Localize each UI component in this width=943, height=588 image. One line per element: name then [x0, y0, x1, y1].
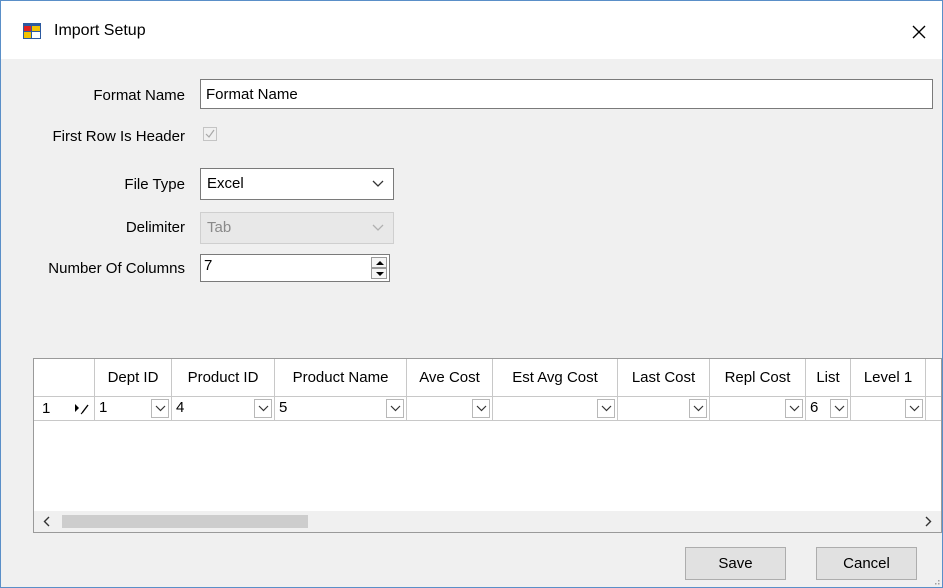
triangle-down-icon — [376, 272, 384, 276]
cell-dropdown-button[interactable] — [386, 399, 404, 418]
cell-value: 6 — [810, 399, 819, 416]
chevron-down-icon — [789, 405, 799, 412]
grid-corner-header — [34, 359, 95, 397]
file-type-label: File Type — [124, 176, 185, 193]
spinner-down-button[interactable] — [371, 268, 387, 279]
cell-dropdown-button[interactable] — [830, 399, 848, 418]
cell-value: 5 — [279, 399, 288, 416]
grid-cell-overflow — [926, 397, 941, 421]
cancel-button[interactable]: Cancel — [816, 547, 917, 580]
delimiter-value: Tab — [207, 219, 232, 236]
edit-row-pencil-icon — [75, 404, 89, 415]
chevron-down-icon — [372, 180, 384, 187]
scroll-right-button[interactable] — [920, 514, 936, 529]
spinner-up-button[interactable] — [371, 257, 387, 268]
cell-dropdown-button[interactable] — [254, 399, 272, 418]
window-title: Import Setup — [54, 22, 146, 39]
column-header[interactable]: Dept ID — [95, 359, 172, 397]
chevron-down-icon — [390, 405, 400, 412]
grid-cell-product-id[interactable]: 4 — [172, 397, 275, 421]
title-bar: Import Setup — [1, 1, 942, 59]
import-setup-app-icon — [23, 23, 41, 39]
cell-dropdown-button[interactable] — [472, 399, 490, 418]
column-header[interactable]: Ave Cost — [407, 359, 493, 397]
chevron-down-icon — [476, 405, 486, 412]
grid-cell-level-1[interactable] — [851, 397, 926, 421]
grid-body: Dept ID Product ID Product Name Ave Cost… — [34, 359, 941, 511]
column-header[interactable]: List — [806, 359, 851, 397]
cell-dropdown-button[interactable] — [905, 399, 923, 418]
chevron-down-icon — [834, 405, 844, 412]
delimiter-select[interactable]: Tab — [200, 212, 394, 244]
format-name-input[interactable] — [200, 79, 933, 109]
save-button[interactable]: Save — [685, 547, 786, 580]
cell-dropdown-button[interactable] — [785, 399, 803, 418]
chevron-right-icon — [925, 516, 931, 527]
number-of-columns-value: 7 — [204, 257, 213, 274]
column-header[interactable]: Last Cost — [618, 359, 710, 397]
column-header[interactable]: Repl Cost — [710, 359, 806, 397]
row-number: 1 — [42, 400, 51, 417]
cell-dropdown-button[interactable] — [689, 399, 707, 418]
grid-cell-list[interactable]: 6 — [806, 397, 851, 421]
file-type-select[interactable]: Excel — [200, 168, 394, 200]
import-setup-dialog: Import Setup Format Name First Row Is He… — [0, 0, 943, 588]
chevron-down-icon — [693, 405, 703, 412]
chevron-down-icon — [372, 224, 384, 231]
cell-value: 4 — [176, 399, 185, 416]
delimiter-label: Delimiter — [125, 219, 185, 236]
column-header[interactable]: Level 1 — [851, 359, 926, 397]
grid-cell-dept-id[interactable]: 1 — [95, 397, 172, 421]
cell-value: 1 — [99, 399, 108, 416]
column-header[interactable]: Est Avg Cost — [493, 359, 618, 397]
column-header[interactable]: Product ID — [172, 359, 275, 397]
close-icon — [912, 25, 926, 39]
chevron-down-icon — [258, 405, 268, 412]
close-button[interactable] — [896, 9, 942, 55]
grid-cell-repl-cost[interactable] — [710, 397, 806, 421]
chevron-down-icon — [601, 405, 611, 412]
grid-cell-est-avg-cost[interactable] — [493, 397, 618, 421]
row-header[interactable]: 1 — [34, 397, 95, 421]
scroll-left-button[interactable] — [38, 514, 54, 529]
triangle-up-icon — [376, 261, 384, 265]
column-mapping-grid[interactable]: Dept ID Product ID Product Name Ave Cost… — [33, 358, 942, 533]
horizontal-scrollbar[interactable] — [34, 511, 941, 532]
chevron-down-icon — [909, 405, 919, 412]
number-of-columns-label: Number Of Columns — [48, 260, 185, 277]
grid-cell-ave-cost[interactable] — [407, 397, 493, 421]
cell-dropdown-button[interactable] — [597, 399, 615, 418]
grid-cell-last-cost[interactable] — [618, 397, 710, 421]
spinner-buttons — [371, 257, 387, 279]
chevron-left-icon — [43, 516, 49, 527]
scrollbar-thumb[interactable] — [62, 515, 308, 528]
grid-cell-product-name[interactable]: 5 — [275, 397, 407, 421]
column-header[interactable]: Product Name — [275, 359, 407, 397]
resize-grip-icon[interactable] — [932, 577, 940, 585]
chevron-down-icon — [155, 405, 165, 412]
column-header-overflow — [926, 359, 941, 397]
file-type-value: Excel — [207, 175, 244, 192]
number-of-columns-spinner[interactable]: 7 — [200, 254, 390, 282]
format-name-label: Format Name — [93, 87, 185, 104]
cell-dropdown-button[interactable] — [151, 399, 169, 418]
first-row-header-label: First Row Is Header — [52, 128, 185, 145]
first-row-header-checkbox[interactable] — [203, 127, 217, 141]
checkmark-icon — [205, 129, 215, 138]
